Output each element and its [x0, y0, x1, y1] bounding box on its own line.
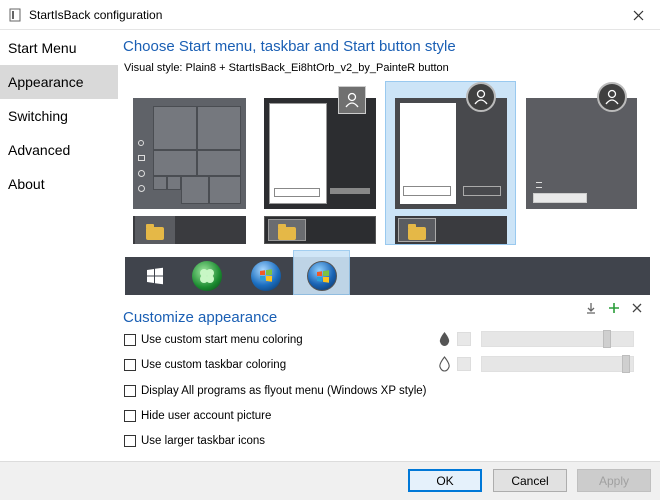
option-larger-taskbar-icons[interactable]: Use larger taskbar icons [124, 433, 265, 449]
filled-drop-icon [439, 332, 450, 346]
slider-thumb[interactable] [622, 355, 630, 373]
sidebar: Start Menu Appearance Switching Advanced… [0, 31, 118, 461]
taskbar-style-option-2[interactable] [264, 216, 376, 244]
user-avatar-icon [338, 86, 366, 114]
option-label: Use custom start menu coloring [141, 334, 303, 346]
close-icon[interactable] [630, 301, 644, 315]
option-hide-user-picture[interactable]: Hide user account picture [124, 408, 271, 424]
option-label: Hide user account picture [141, 410, 272, 422]
folder-icon [408, 224, 426, 240]
windows-10-logo-icon[interactable] [140, 261, 170, 291]
checkbox[interactable] [124, 385, 136, 397]
taskbar-style-option-1[interactable] [133, 216, 246, 244]
checkbox[interactable] [124, 359, 136, 371]
apply-button[interactable]: Apply [577, 469, 651, 492]
outline-drop-icon [439, 356, 450, 372]
option-label: Use larger taskbar icons [141, 435, 265, 447]
sidebar-item-about[interactable]: About [0, 167, 118, 201]
folder-icon [146, 224, 164, 240]
option-label: Display All programs as flyout menu (Win… [141, 385, 427, 397]
window-title: StartIsBack configuration [29, 8, 163, 22]
windows-8-orb-icon[interactable] [307, 261, 337, 291]
option-all-programs-flyout[interactable]: Display All programs as flyout menu (Win… [124, 383, 426, 399]
slider-thumb[interactable] [603, 330, 611, 348]
checkbox[interactable] [124, 435, 136, 447]
start-style-option-1[interactable] [133, 98, 246, 209]
windows-7-orb-icon[interactable] [251, 261, 281, 291]
option-custom-taskbar-coloring[interactable]: Use custom taskbar coloring [124, 357, 286, 373]
start-style-option-4[interactable] [526, 98, 637, 209]
color-swatch[interactable] [457, 332, 471, 346]
page-title: Choose Start menu, taskbar and Start but… [123, 38, 456, 55]
start-style-option-3[interactable] [395, 98, 507, 209]
dialog-footer: OK Cancel Apply [0, 461, 660, 500]
sidebar-item-appearance[interactable]: Appearance [0, 65, 118, 99]
clover-orb-icon[interactable] [192, 261, 222, 291]
sidebar-item-switching[interactable]: Switching [0, 99, 118, 133]
cancel-button[interactable]: Cancel [493, 469, 567, 492]
taskbar-style-option-3[interactable] [395, 216, 507, 244]
window-close-button[interactable] [616, 0, 660, 30]
user-avatar-icon [466, 82, 496, 112]
start-button-orb-bar [125, 250, 650, 295]
option-custom-start-menu-coloring[interactable]: Use custom start menu coloring [124, 332, 303, 348]
app-icon [9, 8, 21, 22]
user-avatar-icon [597, 82, 627, 112]
download-icon[interactable] [584, 301, 598, 315]
folder-icon [278, 224, 296, 240]
section-heading: Customize appearance [123, 309, 278, 326]
sidebar-item-advanced[interactable]: Advanced [0, 133, 118, 167]
taskbar-color-slider[interactable] [481, 355, 634, 373]
appearance-panel: Choose Start menu, taskbar and Start but… [118, 31, 660, 461]
start-menu-color-slider[interactable] [481, 330, 634, 348]
color-swatch[interactable] [457, 357, 471, 371]
visual-style-label: Visual style: Plain8 + StartIsBack_Ei8ht… [124, 62, 449, 74]
start-style-option-2[interactable] [264, 98, 376, 209]
checkbox[interactable] [124, 410, 136, 422]
option-label: Use custom taskbar coloring [141, 359, 287, 371]
title-bar: StartIsBack configuration [0, 0, 660, 30]
sidebar-item-start-menu[interactable]: Start Menu [0, 31, 118, 65]
close-icon [633, 10, 643, 20]
checkbox[interactable] [124, 334, 136, 346]
ok-button[interactable]: OK [408, 469, 482, 492]
plus-icon[interactable] [607, 301, 621, 315]
